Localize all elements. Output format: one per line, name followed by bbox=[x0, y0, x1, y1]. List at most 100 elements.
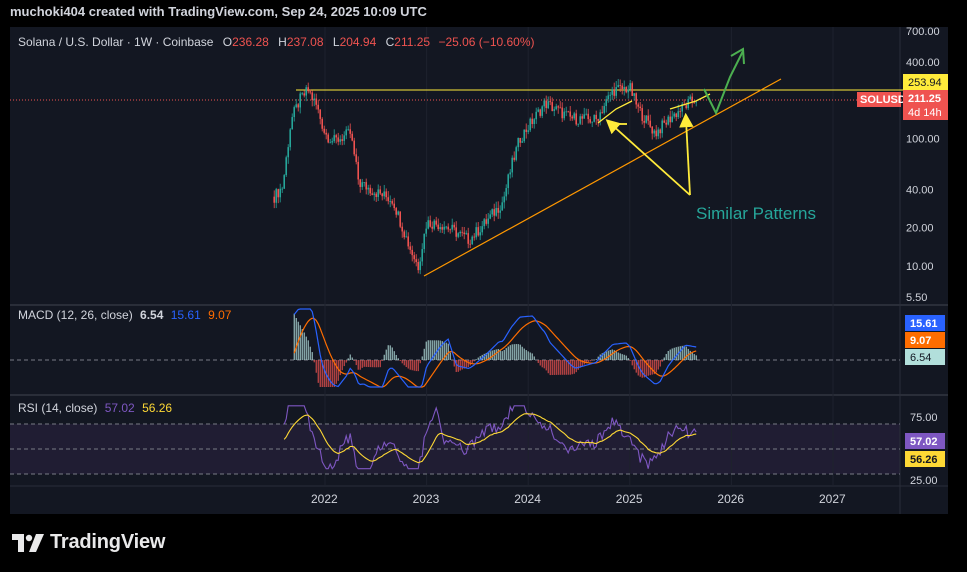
candle-body[interactable] bbox=[375, 193, 377, 197]
candle-body[interactable] bbox=[569, 111, 571, 117]
candle-body[interactable] bbox=[635, 93, 637, 105]
candle-body[interactable] bbox=[467, 233, 469, 244]
candle-body[interactable] bbox=[469, 243, 471, 245]
candle-body[interactable] bbox=[323, 128, 325, 133]
candle-body[interactable] bbox=[689, 96, 691, 100]
candle-body[interactable] bbox=[449, 229, 451, 231]
candle-body[interactable] bbox=[647, 115, 649, 121]
candle-body[interactable] bbox=[659, 129, 661, 134]
candle-body[interactable] bbox=[437, 224, 439, 230]
candle-body[interactable] bbox=[425, 228, 427, 234]
candle-body[interactable] bbox=[517, 137, 519, 148]
candle-body[interactable] bbox=[641, 108, 643, 121]
candle-body[interactable] bbox=[507, 174, 509, 189]
macd-signal-line[interactable] bbox=[293, 317, 697, 388]
candle-body[interactable] bbox=[377, 189, 379, 197]
candle-body[interactable] bbox=[567, 111, 569, 113]
candle-body[interactable] bbox=[657, 129, 659, 137]
candle-body[interactable] bbox=[533, 119, 535, 124]
candle-body[interactable] bbox=[413, 255, 415, 260]
candle-body[interactable] bbox=[691, 96, 693, 102]
candle-body[interactable] bbox=[431, 226, 433, 229]
candle-body[interactable] bbox=[589, 119, 591, 123]
candle-body[interactable] bbox=[629, 83, 631, 90]
candle-body[interactable] bbox=[643, 120, 645, 123]
candle-body[interactable] bbox=[393, 203, 395, 209]
candle-body[interactable] bbox=[593, 114, 595, 122]
candle-body[interactable] bbox=[651, 126, 653, 134]
candle-body[interactable] bbox=[361, 182, 363, 187]
candle-body[interactable] bbox=[389, 201, 391, 202]
candle-body[interactable] bbox=[645, 115, 647, 123]
candle-body[interactable] bbox=[333, 135, 335, 142]
candle-body[interactable] bbox=[455, 227, 457, 237]
candle-body[interactable] bbox=[299, 93, 301, 108]
candle-body[interactable] bbox=[609, 94, 611, 96]
candle-body[interactable] bbox=[601, 112, 603, 114]
candle-body[interactable] bbox=[577, 123, 579, 125]
candle-body[interactable] bbox=[273, 196, 275, 203]
candle-body[interactable] bbox=[677, 111, 679, 118]
candle-body[interactable] bbox=[685, 105, 687, 109]
candle-body[interactable] bbox=[575, 113, 577, 125]
candle-body[interactable] bbox=[597, 118, 599, 122]
candle-body[interactable] bbox=[335, 135, 337, 138]
candle-body[interactable] bbox=[499, 210, 501, 213]
candle-body[interactable] bbox=[529, 118, 531, 131]
candle-body[interactable] bbox=[401, 226, 403, 232]
candle-body[interactable] bbox=[429, 220, 431, 227]
candle-body[interactable] bbox=[637, 104, 639, 107]
candle-body[interactable] bbox=[695, 101, 697, 103]
candle-body[interactable] bbox=[585, 113, 587, 115]
candle-body[interactable] bbox=[671, 116, 673, 123]
candle-body[interactable] bbox=[559, 107, 561, 109]
candle-body[interactable] bbox=[623, 87, 625, 89]
candle-body[interactable] bbox=[415, 259, 417, 263]
candle-body[interactable] bbox=[357, 161, 359, 180]
candle-body[interactable] bbox=[289, 129, 291, 148]
candle-body[interactable] bbox=[441, 227, 443, 230]
candles[interactable] bbox=[273, 78, 697, 275]
candle-body[interactable] bbox=[525, 129, 527, 132]
candle-body[interactable] bbox=[381, 193, 383, 197]
candle-body[interactable] bbox=[617, 85, 619, 88]
candle-body[interactable] bbox=[337, 137, 339, 142]
candle-body[interactable] bbox=[385, 191, 387, 198]
candle-body[interactable] bbox=[305, 87, 307, 96]
candle-body[interactable] bbox=[355, 154, 357, 162]
candle-body[interactable] bbox=[537, 109, 539, 112]
candle-body[interactable] bbox=[581, 116, 583, 119]
candle-body[interactable] bbox=[325, 132, 327, 135]
candle-body[interactable] bbox=[519, 137, 521, 143]
candle-body[interactable] bbox=[541, 106, 543, 116]
candle-body[interactable] bbox=[339, 139, 341, 142]
candle-body[interactable] bbox=[493, 209, 495, 216]
candle-body[interactable] bbox=[661, 120, 663, 134]
candle-body[interactable] bbox=[497, 207, 499, 213]
candle-body[interactable] bbox=[475, 227, 477, 238]
brand-logo[interactable]: TradingView bbox=[12, 531, 165, 554]
candle-body[interactable] bbox=[459, 231, 461, 234]
candle-body[interactable] bbox=[489, 214, 491, 219]
candle-body[interactable] bbox=[679, 111, 681, 113]
candle-body[interactable] bbox=[663, 120, 665, 123]
candle-body[interactable] bbox=[625, 87, 627, 93]
candle-body[interactable] bbox=[395, 208, 397, 215]
candle-body[interactable] bbox=[491, 209, 493, 215]
candle-body[interactable] bbox=[479, 232, 481, 236]
candle-body[interactable] bbox=[465, 233, 467, 235]
candle-body[interactable] bbox=[523, 129, 525, 142]
candle-body[interactable] bbox=[315, 98, 317, 105]
candle-body[interactable] bbox=[587, 113, 589, 120]
candle-body[interactable] bbox=[417, 262, 419, 271]
candle-body[interactable] bbox=[481, 226, 483, 233]
candle-body[interactable] bbox=[527, 130, 529, 132]
candle-body[interactable] bbox=[503, 196, 505, 203]
candle-body[interactable] bbox=[463, 232, 465, 235]
time-axis[interactable]: 2022 2023 2024 2025 2026 2027 bbox=[311, 492, 846, 506]
candle-body[interactable] bbox=[387, 197, 389, 202]
candle-body[interactable] bbox=[405, 236, 407, 238]
candle-body[interactable] bbox=[571, 116, 573, 119]
candle-body[interactable] bbox=[391, 201, 393, 204]
candle-body[interactable] bbox=[411, 249, 413, 256]
